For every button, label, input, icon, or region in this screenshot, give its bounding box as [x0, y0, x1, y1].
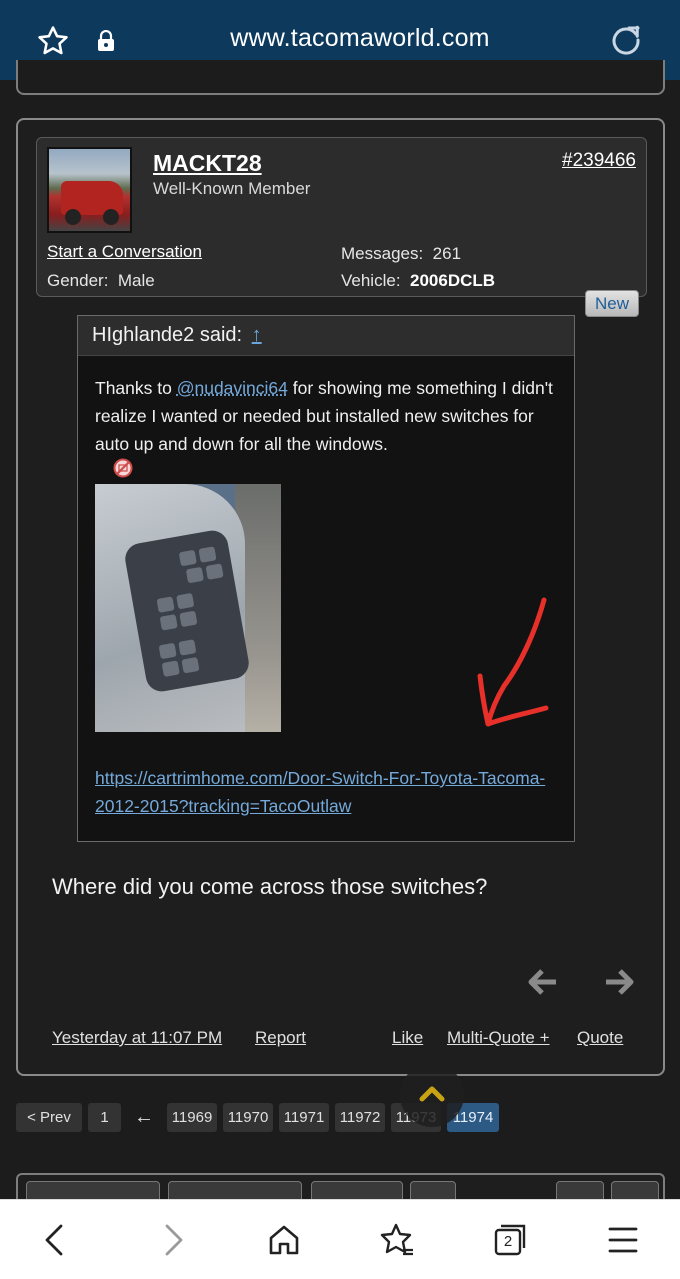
messages-label: Messages:: [341, 244, 424, 263]
quote-block: HIghlande2 said: ↑ Thanks to @nudavinci6…: [77, 315, 575, 842]
post-number-link[interactable]: #239466: [562, 150, 636, 172]
multi-quote-link[interactable]: Multi-Quote +: [447, 1028, 550, 1048]
quote-author: HIghlande2 said:: [92, 324, 243, 346]
avatar[interactable]: [47, 147, 132, 233]
prev-page-button[interactable]: < Prev: [16, 1103, 82, 1132]
quote-header: HIghlande2 said: ↑: [78, 316, 574, 356]
door-switch-photo[interactable]: [95, 484, 281, 732]
tab-count: 2: [503, 1233, 513, 1250]
scroll-to-top-button[interactable]: [400, 1063, 464, 1127]
quote-jump-icon[interactable]: ↑: [252, 324, 262, 346]
reply-text: Where did you come across those switches…: [52, 874, 488, 899]
red-arrow-drawing: [477, 597, 549, 727]
reload-icon[interactable]: [608, 22, 644, 58]
browser-bottom-bar: 2: [0, 1199, 680, 1279]
messages-field: Messages: 261: [341, 244, 461, 264]
page-button[interactable]: 11972: [335, 1103, 385, 1132]
bookmarks-icon[interactable]: [377, 1220, 417, 1260]
menu-icon[interactable]: [603, 1220, 643, 1260]
user-mention-link[interactable]: @nudavinci64: [177, 378, 288, 398]
like-link[interactable]: Like: [392, 1028, 423, 1048]
vehicle-value[interactable]: 2006DCLB: [410, 271, 495, 290]
first-page-button[interactable]: 1: [88, 1103, 121, 1132]
username-link[interactable]: MACKT28: [153, 150, 262, 177]
tabs-icon[interactable]: 2: [490, 1220, 530, 1260]
star-icon[interactable]: [36, 24, 70, 58]
address-bar-url[interactable]: www.tacomaworld.com: [140, 24, 580, 53]
user-title: Well-Known Member: [153, 179, 311, 198]
vehicle-field: Vehicle: 2006DCLB: [341, 271, 495, 291]
back-icon[interactable]: [36, 1220, 76, 1260]
quote-link[interactable]: Quote: [577, 1028, 623, 1048]
new-badge: New: [585, 290, 639, 317]
forward-icon[interactable]: [152, 1220, 192, 1260]
lock-icon: [98, 30, 114, 51]
product-link[interactable]: https://cartrimhome.com/Door-Switch-For-…: [95, 764, 565, 820]
post-timestamp-link[interactable]: Yesterday at 11:07 PM: [52, 1028, 222, 1048]
forum-post: MACKT28 Well-Known Member #239466 Start …: [16, 118, 665, 1076]
page-button[interactable]: 11970: [223, 1103, 273, 1132]
previous-post-arrow-icon[interactable]: [528, 968, 558, 996]
chevron-up-icon: [419, 1086, 445, 1102]
home-icon[interactable]: [264, 1220, 304, 1260]
gender-value: Male: [117, 271, 155, 290]
messages-value: 261: [432, 244, 462, 263]
user-info-box: MACKT28 Well-Known Member #239466 Start …: [36, 137, 647, 297]
previous-post-card: [16, 60, 665, 95]
gender-label: Gender:: [47, 271, 109, 290]
vehicle-label: Vehicle:: [341, 271, 401, 290]
page-jump-arrow[interactable]: ←: [128, 1103, 160, 1132]
page-button[interactable]: 11969: [167, 1103, 217, 1132]
broken-image-icon: [113, 458, 133, 478]
gender-field: Gender: Male: [47, 271, 155, 291]
page-button[interactable]: 11971: [279, 1103, 329, 1132]
next-post-arrow-icon[interactable]: [604, 968, 634, 996]
quote-text: Thanks to @nudavinci64 for showing me so…: [95, 378, 553, 454]
report-link[interactable]: Report: [255, 1028, 306, 1048]
start-conversation-link[interactable]: Start a Conversation: [47, 242, 202, 262]
